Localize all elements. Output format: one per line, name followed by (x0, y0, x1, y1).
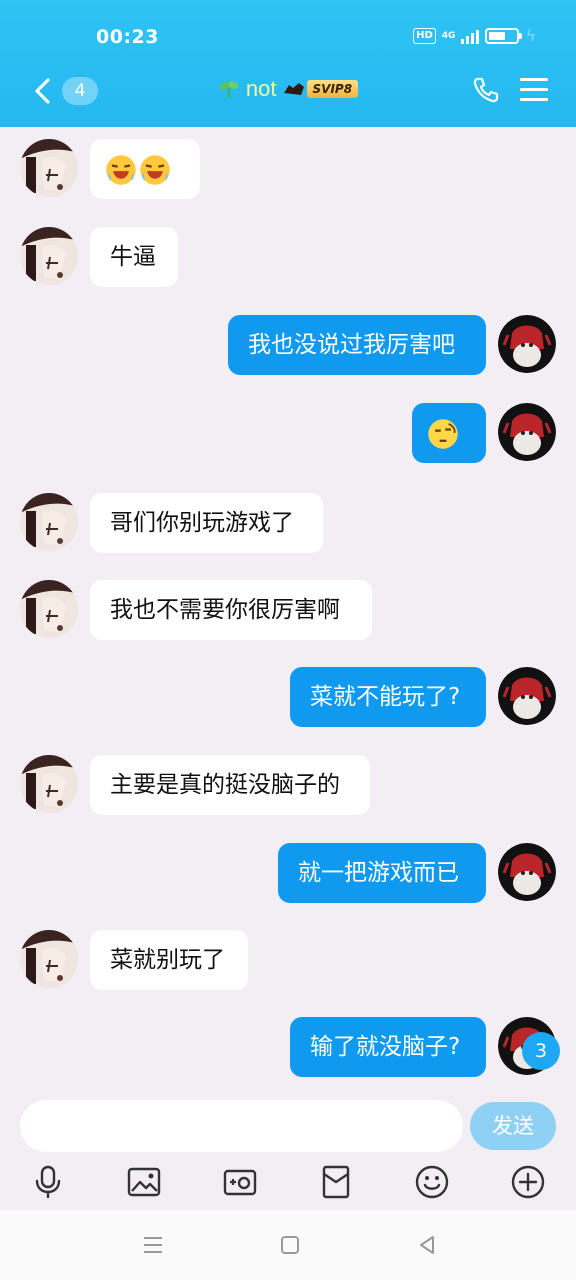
menu-icon[interactable] (520, 78, 548, 102)
microphone-icon[interactable] (30, 1164, 66, 1200)
vip-cat-icon (283, 83, 304, 95)
message-text: 哥们你别玩游戏了 (110, 510, 294, 536)
camera-icon[interactable] (222, 1164, 258, 1200)
contact-avatar[interactable] (20, 580, 78, 638)
message-bubble[interactable]: 我也没说过我厉害吧 (228, 315, 486, 375)
laughing-emoji-icon (104, 154, 138, 185)
contact-avatar[interactable] (20, 493, 78, 551)
my-avatar[interactable] (498, 667, 556, 725)
message-bubble[interactable]: 牛逼 (90, 227, 178, 287)
vip-badge: SVIP8 (283, 80, 359, 98)
my-avatar[interactable] (498, 315, 556, 373)
contact-name: not (245, 76, 277, 101)
red-packet-icon[interactable] (318, 1164, 354, 1200)
status-bar: 00:23 HD 4G ϟ (0, 26, 576, 50)
sprout-icon (219, 81, 239, 98)
emoji-icon[interactable] (414, 1164, 450, 1200)
contact-avatar[interactable] (20, 755, 78, 813)
phone-icon[interactable] (472, 76, 500, 104)
home-icon[interactable] (277, 1232, 303, 1258)
message-bubble[interactable]: 菜就不能玩了? (290, 667, 486, 727)
message-text: 牛逼 (110, 244, 156, 270)
battery-icon (485, 27, 523, 44)
message-input[interactable] (20, 1100, 463, 1152)
hd-icon: HD (413, 27, 436, 44)
thinking-emoji-icon (426, 418, 460, 449)
laughing-emoji-icon (138, 154, 172, 185)
message-text: 我也不需要你很厉害啊 (110, 597, 340, 623)
recent-apps-icon[interactable] (140, 1232, 166, 1258)
system-navigation-bar (0, 1210, 576, 1280)
my-avatar[interactable] (498, 843, 556, 901)
message-list[interactable]: 牛逼我也没说过我厉害吧哥们你别玩游戏了我也不需要你很厉害啊菜就不能玩了? 主要是真… (0, 127, 576, 1087)
contact-avatar[interactable] (20, 227, 78, 285)
new-message-count[interactable]: 3 (522, 1032, 560, 1070)
contact-avatar[interactable] (20, 139, 78, 197)
composer: 发送 (0, 1088, 576, 1166)
chat-header: 00:23 HD 4G ϟ 4 not SVIP8 (0, 0, 576, 127)
plus-icon[interactable] (510, 1164, 546, 1200)
message-bubble[interactable]: 我也不需要你很厉害啊 (90, 580, 372, 640)
message-text: 就一把游戏而已 (298, 860, 459, 886)
emoji-message[interactable] (412, 403, 486, 463)
message-bubble[interactable]: 菜就别玩了 (90, 930, 248, 990)
message-text: 菜就不能玩了? (310, 684, 461, 710)
nav-bar: 4 not SVIP8 (0, 66, 576, 116)
message-bubble[interactable]: 主要是真的挺没脑子的 (90, 755, 370, 815)
my-avatar[interactable] (498, 403, 556, 461)
message-text: 菜就别玩了 (110, 947, 225, 973)
status-icons: HD 4G ϟ (413, 26, 536, 45)
contact-avatar[interactable] (20, 930, 78, 988)
charging-icon: ϟ (525, 26, 536, 45)
image-icon[interactable] (126, 1164, 162, 1200)
signal-icon (461, 28, 480, 44)
message-text: 我也没说过我厉害吧 (248, 332, 455, 358)
message-text: 输了就没脑子? (310, 1034, 461, 1060)
back-nav-icon[interactable] (414, 1232, 440, 1258)
composer-toolbar (0, 1160, 576, 1208)
send-button[interactable]: 发送 (470, 1102, 556, 1150)
status-time: 00:23 (96, 26, 159, 48)
emoji-message[interactable] (90, 139, 200, 199)
message-bubble[interactable]: 输了就没脑子? (290, 1017, 486, 1077)
message-bubble[interactable]: 就一把游戏而已 (278, 843, 486, 903)
message-text: 主要是真的挺没脑子的 (110, 772, 340, 798)
vip-label: SVIP8 (306, 80, 359, 98)
network-type: 4G (441, 30, 456, 41)
message-bubble[interactable]: 哥们你别玩游戏了 (90, 493, 323, 553)
